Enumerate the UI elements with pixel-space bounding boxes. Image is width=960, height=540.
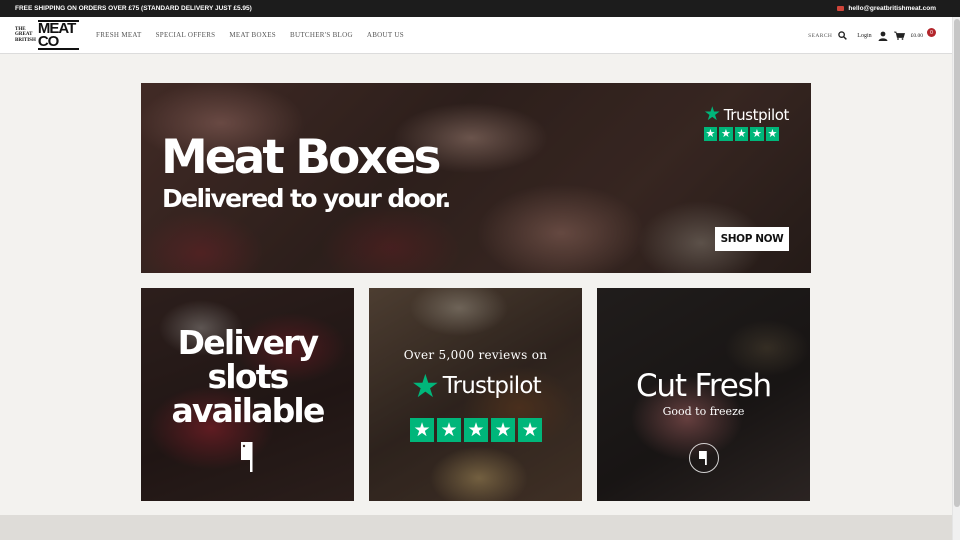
star-icon: ★ <box>410 418 434 442</box>
cart-total[interactable]: £0.00 <box>911 33 923 39</box>
logo-line1: THE GREAT <box>15 26 33 38</box>
trustpilot-logo-text: Trustpilot <box>442 373 542 399</box>
search-icon[interactable] <box>838 31 848 40</box>
star-icon: ★ <box>734 127 749 141</box>
logo-big-text: MEAT CO <box>37 20 79 50</box>
site-header: THE GREAT BRITISH MEAT CO FRESH MEAT SPE… <box>0 17 952 54</box>
trustpilot-logo-text: Trustpilot <box>723 105 790 124</box>
nav-meat-boxes[interactable]: MEAT BOXES <box>222 31 283 39</box>
star-icon: ★ <box>464 418 488 442</box>
nav-butchers-blog[interactable]: BUTCHER'S BLOG <box>283 31 360 39</box>
footer-band <box>0 515 952 540</box>
main-nav: FRESH MEAT SPECIAL OFFERS MEAT BOXES BUT… <box>89 31 411 39</box>
nav-special-offers[interactable]: SPECIAL OFFERS <box>149 31 223 39</box>
cleaver-icon <box>699 451 707 465</box>
star-icon: ★ <box>518 418 542 442</box>
delivery-line1: Delivery <box>177 323 319 362</box>
cut-fresh-heading: Cut Fresh <box>635 368 772 404</box>
search-label[interactable]: SEARCH <box>808 33 832 39</box>
trustpilot-star-icon: ★ <box>703 104 721 125</box>
top-promo-bar: FREE SHIPPING ON ORDERS OVER £75 (STANDA… <box>0 0 960 17</box>
star-icon: ★ <box>719 127 733 141</box>
reviews-count-text: Over 5,000 reviews on <box>403 348 548 362</box>
logo-small-text: THE GREAT BRITISH <box>15 27 36 44</box>
logo-line2: BRITISH <box>15 37 36 43</box>
cart-count-badge: 0 <box>927 28 936 37</box>
trustpilot-rating-stars: ★ ★ ★ ★ ★ <box>703 127 780 141</box>
site-logo[interactable]: THE GREAT BRITISH MEAT CO <box>15 20 79 50</box>
star-icon: ★ <box>491 418 515 442</box>
nav-fresh-meat[interactable]: FRESH MEAT <box>89 31 149 39</box>
hero-trustpilot-badge: ★ Trustpilot ★ ★ ★ ★ ★ <box>703 104 790 141</box>
trustpilot-reviews-tile[interactable]: Over 5,000 reviews on ★ Trustpilot ★ ★ ★… <box>369 288 582 501</box>
star-icon: ★ <box>765 127 780 141</box>
cleaver-icon <box>241 442 253 472</box>
hero-title: Meat Boxes <box>161 130 441 185</box>
star-icon: ★ <box>703 127 718 141</box>
hero-banner[interactable]: Meat Boxes Delivered to your door. ★ Tru… <box>141 83 811 273</box>
cut-fresh-tile[interactable]: Cut Fresh Good to freeze <box>597 288 810 501</box>
delivery-line3: available <box>171 391 325 430</box>
trustpilot-star-icon: ★ <box>411 368 440 404</box>
delivery-line2: slots <box>207 357 289 396</box>
star-icon: ★ <box>437 418 461 442</box>
butcher-seal-icon <box>689 443 719 473</box>
login-link[interactable]: Login <box>857 33 871 39</box>
cart-icon[interactable] <box>893 31 905 40</box>
shipping-promo-text: FREE SHIPPING ON ORDERS OVER £75 (STANDA… <box>15 5 252 12</box>
account-icon[interactable] <box>878 31 888 41</box>
cut-fresh-subtitle: Good to freeze <box>662 405 745 418</box>
shop-now-button[interactable]: SHOP NOW <box>715 227 789 251</box>
header-actions: SEARCH Login £0.00 0 <box>808 17 936 54</box>
delivery-slots-heading: Delivery slots available <box>141 326 354 428</box>
mail-icon <box>837 6 845 11</box>
scrollbar-thumb[interactable] <box>954 19 960 507</box>
nav-about-us[interactable]: ABOUT US <box>360 31 411 39</box>
page-scrollbar[interactable] <box>952 17 960 540</box>
hero-subtitle: Delivered to your door. <box>162 184 451 213</box>
star-icon: ★ <box>750 127 764 141</box>
trustpilot-rating-stars: ★ ★ ★ ★ ★ <box>410 418 542 442</box>
email-address: hello@greatbritishmeat.com <box>848 5 936 12</box>
email-link[interactable]: hello@greatbritishmeat.com <box>837 5 936 12</box>
trustpilot-logo: ★ Trustpilot <box>411 368 542 404</box>
delivery-slots-tile[interactable]: Delivery slots available <box>141 288 354 501</box>
